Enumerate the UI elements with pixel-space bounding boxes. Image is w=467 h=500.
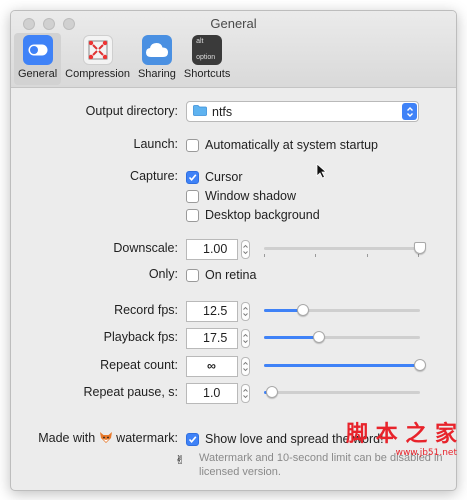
only-label: Only:: [148, 267, 178, 281]
downscale-row: Downscale: 1.00: [11, 238, 456, 260]
watermark-label-after: watermark:: [116, 431, 178, 445]
popup-chevron-icon: [402, 103, 417, 120]
repeat-count-slider[interactable]: [264, 355, 426, 377]
capture-desktop-background-checkbox[interactable]: Desktop background: [186, 204, 320, 226]
launch-label: Launch:: [133, 137, 178, 151]
slider-ticks: [264, 254, 420, 257]
only-on-retina-text: On retina: [205, 268, 257, 282]
victory-hand-icon: ✌: [175, 453, 186, 467]
repeat-pause-row: Repeat pause, s: 1.0: [11, 382, 456, 404]
repeat-count-controls: ∞: [186, 355, 250, 377]
mouse-pointer-icon: [316, 163, 328, 184]
downscale-label: Downscale:: [113, 241, 178, 255]
watermark-label-before: Made with: [38, 431, 96, 445]
playback-fps-field[interactable]: 17.5: [186, 327, 238, 349]
record-fps-stepper[interactable]: [241, 301, 250, 321]
checkbox-box[interactable]: [186, 138, 199, 152]
tab-compression[interactable]: Compression: [61, 33, 134, 85]
output-directory-label: Output directory:: [85, 104, 178, 118]
cloud-icon: [141, 35, 172, 65]
repeat-pause-stepper[interactable]: [241, 383, 250, 403]
repeat-count-row: Repeat count: ∞: [11, 355, 456, 377]
repeat-count-field[interactable]: ∞: [186, 355, 238, 377]
launch-at-startup-checkbox[interactable]: Automatically at system startup: [186, 134, 378, 156]
repeat-count-stepper[interactable]: [241, 356, 250, 376]
downscale-slider[interactable]: [264, 238, 426, 260]
playback-fps-stepper[interactable]: [241, 328, 250, 348]
launch-at-startup-text: Automatically at system startup: [205, 138, 378, 152]
only-row: Only: On retina: [11, 264, 456, 286]
key-top-label: alt: [196, 38, 204, 45]
slider-knob[interactable]: [297, 304, 309, 316]
playback-fps-slider[interactable]: [264, 327, 420, 349]
tab-general[interactable]: General: [14, 33, 62, 85]
record-fps-row: Record fps: 12.5: [11, 300, 456, 322]
tab-sharing[interactable]: Sharing: [134, 33, 180, 85]
tab-sharing-label: Sharing: [137, 68, 176, 80]
folder-icon: [193, 103, 207, 121]
checkmark-icon: [188, 173, 197, 181]
playback-fps-label: Playback fps:: [103, 330, 178, 344]
slider-knob[interactable]: [414, 359, 426, 371]
checkbox-box[interactable]: [186, 208, 199, 222]
tab-shortcuts-label: Shortcuts: [183, 68, 231, 80]
slider-knob[interactable]: [414, 242, 426, 254]
checkmark-icon: [188, 435, 197, 443]
fox-icon: [99, 431, 113, 447]
tab-compression-label: Compression: [65, 68, 130, 80]
record-fps-label: Record fps:: [114, 303, 178, 317]
repeat-pause-label: Repeat pause, s:: [83, 385, 178, 399]
slider-knob[interactable]: [265, 386, 278, 398]
slider-fill: [264, 364, 420, 367]
slider-fill: [264, 336, 319, 339]
slider-track: [264, 391, 420, 394]
toggle-icon: [22, 35, 53, 65]
capture-label: Capture:: [130, 169, 178, 183]
slider-knob[interactable]: [312, 331, 325, 343]
downscale-field[interactable]: 1.00: [186, 238, 238, 260]
keyboard-key-icon: alt option: [192, 35, 223, 65]
output-directory-row: Output directory: ntfs: [11, 101, 456, 123]
title-bar: General General Compression Sharing alt …: [11, 11, 456, 88]
checkbox-box[interactable]: [186, 189, 199, 203]
tab-shortcuts[interactable]: alt option Shortcuts: [180, 33, 234, 85]
key-bottom-label: option: [196, 54, 216, 61]
capture-desktop-background-text: Desktop background: [205, 208, 320, 222]
window-title: General: [210, 16, 257, 31]
playback-fps-row: Playback fps: 17.5: [11, 327, 456, 349]
repeat-pause-controls: 1.0: [186, 382, 250, 404]
record-fps-field[interactable]: 12.5: [186, 300, 238, 322]
capture-desktop-background-row: Desktop background: [11, 204, 456, 226]
output-directory-value: ntfs: [212, 104, 233, 119]
checkbox-box-checked[interactable]: [186, 170, 199, 184]
compression-icon: [82, 35, 113, 65]
slider-track: [264, 247, 420, 250]
record-fps-controls: 12.5: [186, 300, 250, 322]
site-watermark-url: www.jb51.net: [395, 448, 457, 458]
capture-window-shadow-text: Window shadow: [205, 189, 297, 203]
launch-row: Launch: Automatically at system startup: [11, 134, 456, 156]
toolbar-tabs: General Compression Sharing alt option S…: [14, 33, 234, 85]
playback-fps-controls: 17.5: [186, 327, 250, 349]
repeat-pause-field[interactable]: 1.0: [186, 382, 238, 404]
repeat-count-label: Repeat count:: [100, 358, 178, 372]
downscale-stepper[interactable]: [241, 239, 250, 259]
downscale-controls: 1.00: [186, 238, 250, 260]
site-watermark: 脚 本 之 家 www.jb51.net: [346, 416, 457, 458]
only-on-retina-checkbox[interactable]: On retina: [186, 264, 256, 286]
watermark-label: Made with watermark:: [38, 431, 178, 447]
site-watermark-title: 脚 本 之 家: [346, 422, 457, 447]
record-fps-slider[interactable]: [264, 300, 420, 322]
repeat-pause-slider[interactable]: [264, 382, 420, 404]
tab-general-label: General: [18, 68, 58, 80]
checkbox-box-checked[interactable]: [186, 432, 199, 446]
capture-cursor-text: Cursor: [205, 170, 243, 184]
checkbox-box[interactable]: [186, 268, 199, 282]
output-directory-popup[interactable]: ntfs: [186, 101, 419, 122]
